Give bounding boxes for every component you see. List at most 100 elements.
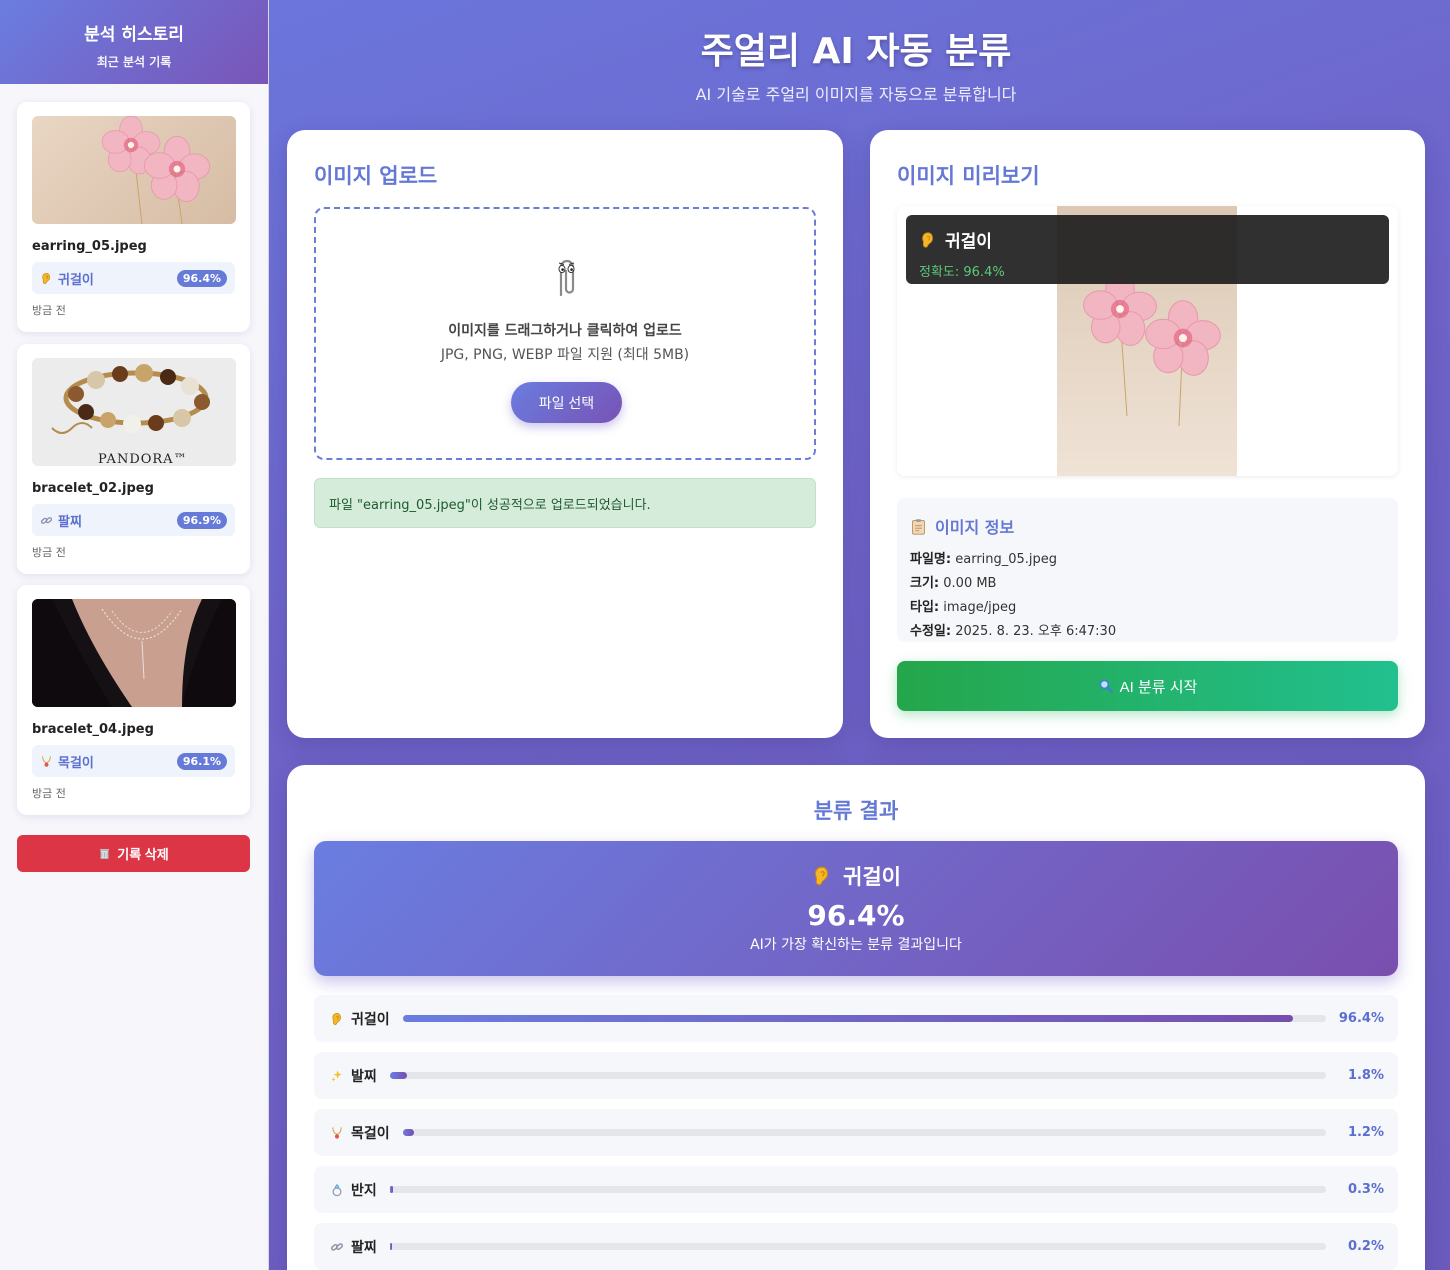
top-result-label: 귀걸이 xyxy=(843,865,901,889)
info-filename: 파일명: earring_05.jpeg xyxy=(910,552,1058,567)
sparkles-icon xyxy=(330,1069,344,1083)
probability-bar xyxy=(390,1072,1326,1079)
history-result-label: 팔찌 xyxy=(58,514,82,530)
delete-history-label: 기록 삭제 xyxy=(117,847,169,862)
image-info-title: 이미지 정보 xyxy=(935,518,1015,537)
probability-value: 0.2% xyxy=(1347,1239,1384,1254)
magnifier-icon xyxy=(1098,678,1114,694)
history-result-label: 목걸이 xyxy=(58,755,94,771)
info-modified: 수정일: 2025. 8. 23. 오후 6:47:30 xyxy=(910,624,1117,639)
history-time: 방금 전 xyxy=(32,787,66,800)
history-filename: earring_05.jpeg xyxy=(32,239,147,254)
info-type: 타입: image/jpeg xyxy=(910,600,1017,615)
probability-label: 팔찌 xyxy=(330,1237,377,1257)
upload-panel: 이미지 업로드 이미지를 드래그하거나 클릭하여 업로드 JPG, PNG, W… xyxy=(287,130,843,738)
necklace-icon xyxy=(330,1126,344,1140)
probability-bar-fill xyxy=(403,1015,1293,1022)
probability-label-text: 팔찌 xyxy=(351,1240,377,1256)
ai-classify-button[interactable]: AI 분류 시작 xyxy=(897,661,1398,711)
history-filename: bracelet_02.jpeg xyxy=(32,481,154,496)
delete-history-button[interactable]: 기록 삭제 xyxy=(17,835,250,872)
overlay-label: 귀걸이 xyxy=(945,232,992,252)
probability-label-text: 반지 xyxy=(351,1183,377,1199)
info-size: 크기: 0.00 MB xyxy=(910,576,997,591)
page-subtitle: AI 기술로 주얼리 이미지를 자동으로 분류합니다 xyxy=(695,85,1017,104)
history-thumbnail xyxy=(32,116,236,224)
probability-value: 0.3% xyxy=(1347,1182,1384,1197)
results-title: 분류 결과 xyxy=(813,799,899,823)
clipboard-icon xyxy=(910,518,927,535)
probability-bar-fill xyxy=(403,1129,415,1136)
preview-panel: 이미지 미리보기 귀걸이 정확도: 96.4% 이미지 정보 파일명: earr… xyxy=(870,130,1425,738)
top-result-caption: AI가 가장 확신하는 분류 결과입니다 xyxy=(750,937,962,953)
sidebar-subtitle: 최근 분석 기록 xyxy=(96,55,172,69)
preview-title: 이미지 미리보기 xyxy=(897,164,1040,188)
sidebar-header: 분석 히스토리 최근 분석 기록 xyxy=(0,0,268,84)
probability-bar-fill xyxy=(390,1243,392,1250)
probability-value: 96.4% xyxy=(1338,1011,1384,1026)
image-preview: 귀걸이 정확도: 96.4% xyxy=(897,206,1398,476)
paperclip-icon xyxy=(558,259,575,297)
trash-icon xyxy=(98,847,111,860)
probability-row: 팔찌 0.2% xyxy=(314,1223,1398,1270)
history-result-label: 귀걸이 xyxy=(58,272,94,288)
probability-bar xyxy=(390,1243,1326,1250)
link-icon xyxy=(330,1240,344,1254)
top-result-card: 귀걸이 96.4% AI가 가장 확신하는 분류 결과입니다 xyxy=(314,841,1398,976)
probability-row: 반지 0.3% xyxy=(314,1166,1398,1213)
ai-classify-label: AI 분류 시작 xyxy=(1119,678,1198,696)
ring-icon xyxy=(330,1183,344,1197)
confidence-badge: 96.9% xyxy=(176,511,227,529)
upload-title: 이미지 업로드 xyxy=(314,164,438,188)
ear-icon xyxy=(40,272,53,285)
classification-overlay: 귀걸이 정확도: 96.4% xyxy=(906,215,1389,284)
probability-label: 반지 xyxy=(330,1180,377,1200)
probability-label-text: 발찌 xyxy=(351,1069,377,1085)
page-title: 주얼리 AI 자동 분류 xyxy=(700,31,1012,72)
history-thumbnail xyxy=(32,599,236,707)
results-panel: 분류 결과 귀걸이 96.4% AI가 가장 확신하는 분류 결과입니다 귀걸이… xyxy=(287,765,1425,1270)
history-item-earring[interactable]: earring_05.jpeg 귀걸이 96.4% 방금 전 xyxy=(17,102,250,332)
probability-bar-fill xyxy=(390,1186,393,1193)
probability-bar xyxy=(403,1129,1326,1136)
necklace-icon xyxy=(40,755,53,768)
probability-value: 1.8% xyxy=(1347,1068,1384,1083)
history-sidebar: 분석 히스토리 최근 분석 기록 earring_05.jpeg 귀걸이 96.… xyxy=(0,0,269,1270)
ear-icon xyxy=(330,1012,344,1026)
history-result-tag: 귀걸이 96.4% xyxy=(32,262,235,294)
history-time: 방금 전 xyxy=(32,546,66,559)
probability-row: 귀걸이 96.4% xyxy=(314,995,1398,1042)
link-icon xyxy=(40,514,53,527)
history-item-bracelet-02[interactable]: PANDORA™ bracelet_02.jpeg 팔찌 96.9% 방금 전 xyxy=(17,344,250,574)
history-time: 방금 전 xyxy=(32,304,66,317)
history-thumbnail: PANDORA™ xyxy=(32,358,236,466)
history-item-bracelet-04[interactable]: bracelet_04.jpeg 목걸이 96.1% 방금 전 xyxy=(17,585,250,815)
image-info-box: 이미지 정보 파일명: earring_05.jpeg 크기: 0.00 MB … xyxy=(897,498,1398,642)
dropzone-instruction: 이미지를 드래그하거나 클릭하여 업로드 xyxy=(448,323,682,339)
sidebar-title: 분석 히스토리 xyxy=(84,25,184,45)
file-select-button[interactable]: 파일 선택 xyxy=(511,382,622,423)
top-result-accuracy: 96.4% xyxy=(807,899,905,932)
probability-row: 목걸이 1.2% xyxy=(314,1109,1398,1156)
probability-bar xyxy=(403,1015,1326,1022)
confidence-badge: 96.4% xyxy=(176,269,227,287)
history-result-tag: 팔찌 96.9% xyxy=(32,504,235,536)
dropzone-formats: JPG, PNG, WEBP 파일 지원 (최대 5MB) xyxy=(440,347,690,363)
pandora-thumbnail-caption: PANDORA™ xyxy=(98,452,188,466)
probability-value: 1.2% xyxy=(1347,1125,1384,1140)
upload-success-message: 파일 "earring_05.jpeg"이 성공적으로 업로드되었습니다. xyxy=(314,478,816,528)
probability-label-text: 목걸이 xyxy=(351,1126,390,1142)
probability-bar-fill xyxy=(390,1072,407,1079)
probability-bar xyxy=(390,1186,1326,1193)
upload-dropzone[interactable]: 이미지를 드래그하거나 클릭하여 업로드 JPG, PNG, WEBP 파일 지… xyxy=(314,207,816,460)
confidence-badge: 96.1% xyxy=(176,752,227,770)
probability-label: 목걸이 xyxy=(330,1123,390,1143)
probability-label: 귀걸이 xyxy=(330,1009,390,1029)
ear-icon xyxy=(811,865,833,887)
overlay-accuracy: 정확도: 96.4% xyxy=(919,265,1005,280)
history-result-tag: 목걸이 96.1% xyxy=(32,745,235,777)
probability-label: 발찌 xyxy=(330,1066,377,1086)
history-filename: bracelet_04.jpeg xyxy=(32,722,154,737)
probability-row: 발찌 1.8% xyxy=(314,1052,1398,1099)
ear-icon xyxy=(919,231,937,249)
